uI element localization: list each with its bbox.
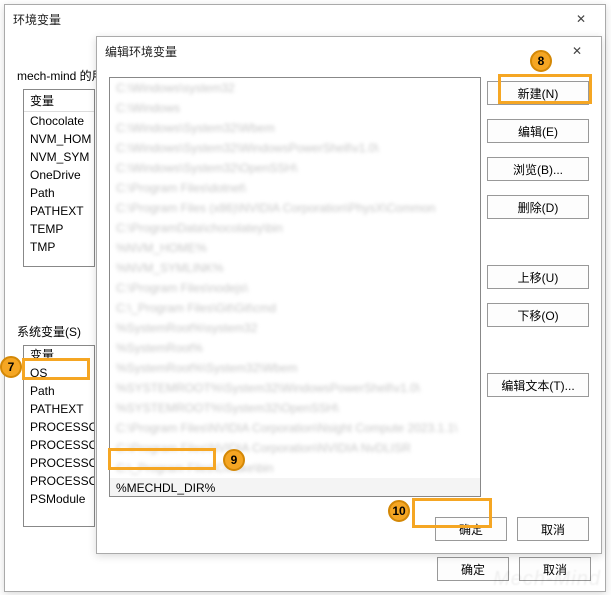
annotation-marker-7: 7	[0, 356, 22, 378]
path-entry[interactable]: C:\Windows\System32\WindowsPowerShell\v1…	[110, 138, 480, 158]
path-entry[interactable]: C:\Program Files\dotnet\	[110, 178, 480, 198]
path-entry[interactable]: C:\Windows\System32\OpenSSH\	[110, 158, 480, 178]
path-entry[interactable]: C:\_Program Files\Git\Git\cmd	[110, 298, 480, 318]
inner-ok-button[interactable]: 确定	[435, 517, 507, 541]
path-entry[interactable]: %SYSTEMROOT%\System32\WindowsPowerShell\…	[110, 378, 480, 398]
outer-close-button[interactable]: ✕	[565, 9, 597, 29]
path-entries-list[interactable]: C:\Windows\system32C:\WindowsC:\Windows\…	[109, 77, 481, 497]
new-button[interactable]: 新建(N)	[487, 81, 589, 105]
list-item[interactable]: NVM_HOM	[24, 130, 94, 148]
list-item[interactable]: Chocolate	[24, 112, 94, 130]
side-buttons: 新建(N) 编辑(E) 浏览(B)... 删除(D) 上移(U) 下移(O) 编…	[487, 81, 589, 397]
path-entry-selected[interactable]: %MECHDL_DIR%	[110, 478, 480, 497]
path-entry[interactable]: %SystemRoot%	[110, 338, 480, 358]
delete-button[interactable]: 删除(D)	[487, 195, 589, 219]
list-item[interactable]: 变量	[24, 346, 94, 364]
path-entry[interactable]: C:\Windows\System32\Wbem	[110, 118, 480, 138]
sys-vars-label: 系统变量(S)	[17, 323, 81, 340]
path-entry[interactable]: C:\ProgramData\chocolatey\bin	[110, 218, 480, 238]
path-entry[interactable]: %SYSTEMROOT%\System32\OpenSSH\	[110, 398, 480, 418]
list-item[interactable]: TEMP	[24, 220, 94, 238]
watermark: Mech-Mind	[493, 568, 601, 591]
browse-button[interactable]: 浏览(B)...	[487, 157, 589, 181]
list-item[interactable]: NVM_SYM	[24, 148, 94, 166]
path-entry[interactable]: C:\Program Files (x86)\NVIDIA Corporatio…	[110, 198, 480, 218]
edit-button[interactable]: 编辑(E)	[487, 119, 589, 143]
move-up-button[interactable]: 上移(U)	[487, 265, 589, 289]
inner-title: 编辑环境变量	[105, 43, 561, 60]
list-item[interactable]: TMP	[24, 238, 94, 256]
user-vars-list[interactable]: 变量 ChocolateNVM_HOMNVM_SYMOneDrivePathPA…	[23, 89, 95, 267]
path-entry[interactable]: %SystemRoot%\system32	[110, 318, 480, 338]
move-down-button[interactable]: 下移(O)	[487, 303, 589, 327]
inner-body: C:\Windows\system32C:\WindowsC:\Windows\…	[97, 65, 601, 553]
path-entry[interactable]: C:\_Program Files\CMake\bin	[110, 458, 480, 478]
list-item[interactable]: PROCESSO	[24, 472, 94, 490]
path-entry[interactable]: C:\Program Files\nodejs\	[110, 278, 480, 298]
edit-text-button[interactable]: 编辑文本(T)...	[487, 373, 589, 397]
path-entry[interactable]: C:\Program Files\NVIDIA Corporation\NVID…	[110, 438, 480, 458]
edit-env-var-dialog: 编辑环境变量 ✕ C:\Windows\system32C:\WindowsC:…	[96, 36, 602, 554]
path-entry[interactable]: C:\Windows	[110, 98, 480, 118]
user-vars-col-header[interactable]: 变量	[24, 90, 94, 112]
path-entry[interactable]: C:\Windows\system32	[110, 78, 480, 98]
list-item[interactable]: Path	[24, 184, 94, 202]
path-entry[interactable]: C:\Program Files\NVIDIA Corporation\Nsig…	[110, 418, 480, 438]
list-item[interactable]: OS	[24, 364, 94, 382]
list-item[interactable]: OneDrive	[24, 166, 94, 184]
outer-title: 环境变量	[13, 11, 565, 28]
path-entry[interactable]: %SystemRoot%\System32\Wbem	[110, 358, 480, 378]
list-item[interactable]: PSModule	[24, 490, 94, 508]
inner-close-button[interactable]: ✕	[561, 41, 593, 61]
list-item[interactable]: PROCESSO	[24, 436, 94, 454]
inner-cancel-button[interactable]: 取消	[517, 517, 589, 541]
list-item[interactable]: PROCESSO	[24, 418, 94, 436]
sys-vars-list[interactable]: 变量OSPathPATHEXTPROCESSOPROCESSOPROCESSOP…	[23, 345, 95, 527]
inner-button-row: 确定 取消	[97, 517, 589, 541]
path-entry[interactable]: %NVM_HOME%	[110, 238, 480, 258]
list-item[interactable]: Path	[24, 382, 94, 400]
list-item[interactable]: PATHEXT	[24, 400, 94, 418]
list-item[interactable]: PROCESSO	[24, 454, 94, 472]
annotation-marker-8: 8	[530, 50, 552, 72]
inner-titlebar: 编辑环境变量 ✕	[97, 37, 601, 65]
outer-titlebar: 环境变量 ✕	[5, 5, 605, 33]
annotation-marker-9: 9	[223, 449, 245, 471]
list-item[interactable]: PATHEXT	[24, 202, 94, 220]
path-entry[interactable]: %NVM_SYMLINK%	[110, 258, 480, 278]
annotation-marker-10: 10	[388, 500, 410, 522]
